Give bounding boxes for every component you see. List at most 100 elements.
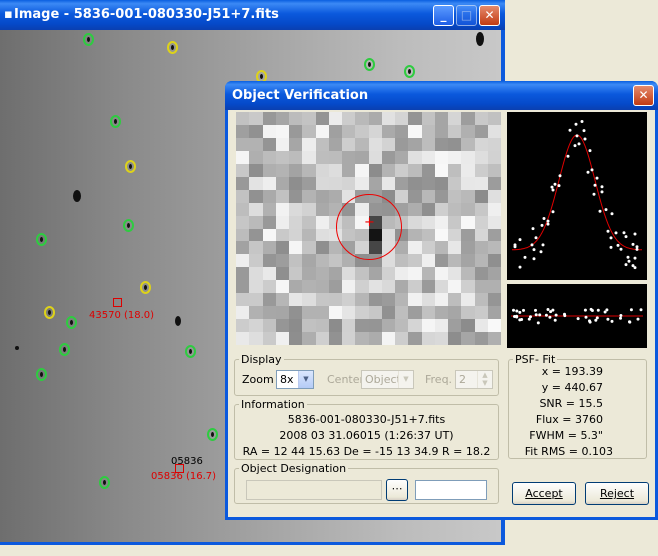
pixel-cell — [461, 112, 475, 125]
pixel-cell — [342, 280, 356, 294]
pixel-cell — [408, 189, 422, 203]
freq-label: Freq. — [425, 373, 453, 386]
dialog-titlebar[interactable]: Object Verification ✕ — [225, 81, 658, 110]
residual-point — [536, 321, 540, 325]
psf-sample-point — [534, 236, 538, 240]
star — [73, 190, 81, 202]
pixel-cell — [408, 124, 422, 138]
detection-ring[interactable] — [83, 33, 94, 46]
pixel-cell — [461, 306, 475, 320]
designation-browse-button[interactable]: ⋯ — [386, 479, 408, 501]
pixel-cell — [275, 332, 289, 345]
pixel-cell — [249, 189, 263, 203]
residual-point — [534, 313, 538, 317]
pixel-cell — [236, 112, 250, 125]
pixel-cell — [448, 163, 462, 177]
freq-spinner[interactable]: 2 ▲ ▼ — [455, 370, 493, 389]
psf-sample-point — [590, 168, 594, 172]
close-button[interactable]: ✕ — [479, 5, 500, 26]
designation-input[interactable] — [246, 480, 382, 500]
pixel-cell — [474, 228, 488, 242]
zoom-select[interactable]: 8x ▼ — [276, 370, 314, 389]
pixel-cell — [421, 241, 435, 255]
pixel-cell — [434, 228, 448, 242]
psf-sample-point — [609, 245, 613, 249]
pixel-cell — [461, 254, 475, 268]
detection-ring-yellow[interactable] — [125, 160, 136, 173]
detection-ring[interactable] — [404, 65, 415, 78]
pixel-cell — [421, 293, 435, 307]
pixel-cell — [448, 189, 462, 203]
dialog-title: Object Verification — [232, 88, 369, 103]
pixel-cell — [342, 293, 356, 307]
designation-secondary-input[interactable] — [415, 480, 487, 500]
detection-ring[interactable] — [110, 115, 121, 128]
pixel-cell — [448, 176, 462, 190]
pixel-cell — [236, 241, 250, 255]
psf-sample-point — [541, 243, 545, 247]
pixel-cell — [302, 202, 316, 216]
pixel-cell — [328, 306, 342, 320]
residual-point — [636, 317, 640, 321]
detection-ring[interactable] — [59, 343, 70, 356]
target-marker[interactable] — [113, 298, 122, 307]
pixel-cell — [474, 112, 488, 125]
psf-sample-point — [546, 222, 550, 226]
detection-ring-yellow[interactable] — [167, 41, 178, 54]
pixel-cell — [342, 176, 356, 190]
psf-sample-point — [550, 185, 554, 189]
pixel-cell — [461, 150, 475, 164]
detection-ring[interactable] — [99, 476, 110, 489]
detection-ring[interactable] — [185, 345, 196, 358]
minimize-button[interactable]: _ — [433, 5, 454, 26]
spinner-arrows-icon: ▲ ▼ — [477, 371, 492, 388]
maximize-button[interactable]: □ — [456, 5, 477, 26]
detection-ring[interactable] — [36, 368, 47, 381]
accept-button[interactable]: Accept — [512, 482, 576, 505]
pixel-cell — [249, 215, 263, 229]
pixel-cell — [408, 112, 422, 125]
pixel-cell — [461, 176, 475, 190]
pixel-cell — [315, 163, 329, 177]
psf-sample-point — [606, 229, 610, 233]
pixel-cell — [355, 332, 369, 345]
pixel-cell — [448, 124, 462, 138]
detection-ring[interactable] — [207, 428, 218, 441]
psf-profile-plot — [507, 112, 647, 280]
pixel-cell — [355, 293, 369, 307]
pixel-cell — [421, 124, 435, 138]
pixel-cell — [487, 112, 501, 125]
pixel-cell — [448, 112, 462, 125]
pixel-cell — [236, 163, 250, 177]
psf-snr: SNR = 15.5 — [539, 397, 603, 410]
pixel-cell — [487, 189, 501, 203]
annotation-label: 05836 (16.7) — [151, 471, 217, 482]
center-select[interactable]: Object ▼ — [361, 370, 414, 389]
detection-ring[interactable] — [123, 219, 134, 232]
image-window-titlebar[interactable]: ▪ Image - 5836-001-080330-J51+7.fits _ □… — [0, 0, 505, 30]
pixel-cell — [434, 254, 448, 268]
detection-ring[interactable] — [66, 316, 77, 329]
pixel-cell — [275, 228, 289, 242]
reject-button[interactable]: Reject — [585, 482, 649, 505]
pixel-cell — [474, 176, 488, 190]
detection-ring[interactable] — [36, 233, 47, 246]
pixel-cell — [262, 202, 276, 216]
pixel-cell — [434, 176, 448, 190]
pixel-cell — [302, 319, 316, 333]
detection-ring-yellow[interactable] — [44, 306, 55, 319]
pixel-cell — [342, 332, 356, 345]
pixel-cell — [289, 150, 303, 164]
detection-ring[interactable] — [364, 58, 375, 71]
pixel-cell — [249, 293, 263, 307]
pixel-cell — [275, 254, 289, 268]
pixel-cell — [315, 280, 329, 294]
pixel-cell — [434, 189, 448, 203]
pixel-cell — [262, 150, 276, 164]
dialog-close-button[interactable]: ✕ — [633, 85, 654, 106]
display-legend: Display — [241, 353, 282, 366]
pixel-cell — [448, 254, 462, 268]
residual-point — [619, 316, 622, 320]
psf-sample-point — [580, 120, 584, 123]
detection-ring-yellow[interactable] — [140, 281, 151, 294]
